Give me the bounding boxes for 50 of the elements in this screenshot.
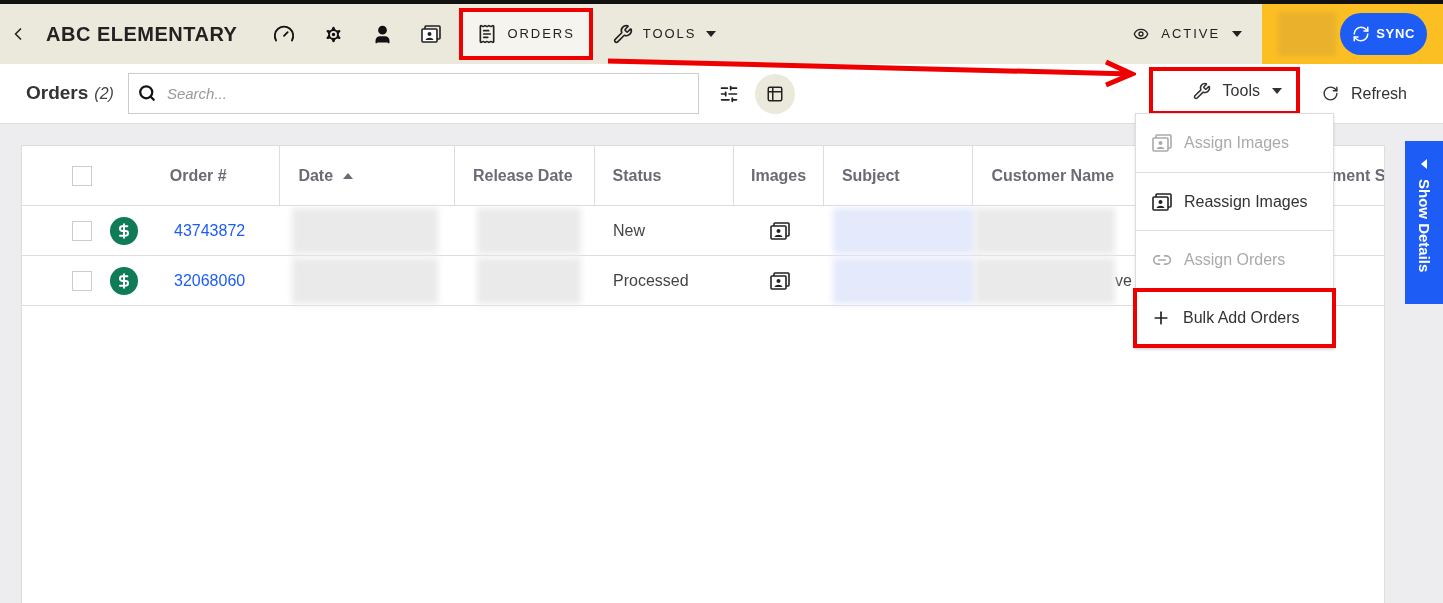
photo-icon: [770, 271, 790, 290]
page-title: Orders: [26, 81, 89, 106]
caret-icon: [1232, 31, 1242, 37]
photo-icon: [1152, 134, 1172, 152]
dollar-icon: [110, 216, 138, 245]
photo-icon: [1152, 192, 1172, 211]
photo-icon: [770, 221, 790, 240]
refresh-icon: [1321, 85, 1339, 102]
sync-icon: [1352, 25, 1371, 43]
eye-icon: [1133, 26, 1150, 42]
order-link[interactable]: 43743872: [174, 221, 246, 239]
order-link[interactable]: 32068060: [174, 271, 246, 289]
nav-tab[interactable]: TOOLS: [598, 12, 731, 56]
sort-icon: [343, 172, 354, 179]
tools-icon: [1192, 81, 1211, 100]
search-icon: [137, 84, 156, 102]
school-title: ABC ELEMENTARY: [46, 22, 238, 47]
column-header[interactable]: Order #: [169, 163, 227, 188]
column-header[interactable]: Subject: [841, 163, 900, 188]
refresh-button[interactable]: Refresh: [1321, 81, 1407, 106]
status-filter[interactable]: ACTIVE: [1133, 24, 1242, 44]
sync-button[interactable]: SYNC: [1340, 13, 1427, 55]
caret-icon: [706, 31, 717, 37]
receipt-icon: [477, 24, 498, 44]
column-header[interactable]: ment S: [1332, 163, 1384, 188]
column-header[interactable]: Images: [750, 163, 807, 188]
menu-item[interactable]: Bulk Add Orders: [1137, 292, 1332, 344]
dollar-icon: [110, 266, 138, 295]
photo-icon: [421, 25, 442, 43]
order-count: (2): [94, 83, 114, 104]
nav-tab[interactable]: ORDERS: [463, 12, 589, 56]
collapse-icon: [1421, 159, 1427, 169]
filter-icon[interactable]: [718, 83, 739, 104]
caret-icon: [1271, 87, 1282, 94]
show-details-tab[interactable]: Show Details: [1405, 141, 1443, 304]
status-cell: Processed: [613, 271, 689, 289]
tools-button[interactable]: Tools: [1152, 70, 1296, 111]
column-header[interactable]: Release Date: [472, 163, 573, 188]
row-checkbox[interactable]: [72, 270, 92, 291]
column-header[interactable]: Date: [298, 163, 354, 188]
tools-icon: [612, 24, 633, 44]
table-icon: [765, 84, 784, 103]
customer-cell-text: ve: [1115, 270, 1132, 291]
row-checkbox[interactable]: [72, 220, 92, 241]
menu-item[interactable]: Reassign Images: [1136, 172, 1333, 230]
column-header[interactable]: Customer Name: [991, 163, 1115, 188]
status-cell: New: [613, 221, 645, 239]
select-all-checkbox[interactable]: [72, 165, 92, 186]
column-header[interactable]: Status: [612, 163, 662, 188]
search-field[interactable]: Search...: [127, 73, 699, 114]
